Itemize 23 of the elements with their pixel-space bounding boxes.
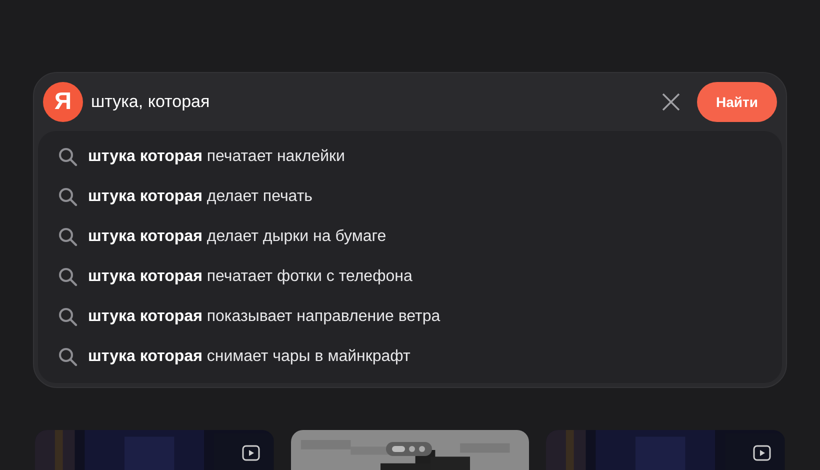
suggestion-item[interactable]: штука которая печатает фотки с телефона (38, 257, 782, 297)
video-icon (753, 445, 771, 461)
search-icon (58, 347, 78, 367)
suggestion-item[interactable]: штука которая печатает наклейки (38, 137, 782, 177)
suggestion-text: штука которая печатает фотки с телефона (88, 267, 412, 287)
search-icon (58, 187, 78, 207)
search-icon (58, 147, 78, 167)
suggestion-item[interactable]: штука которая показывает направление ветра (38, 297, 782, 337)
search-icon (58, 227, 78, 247)
suggestion-text: штука которая делает дырки на бумаге (88, 227, 386, 247)
suggestion-item[interactable]: штука которая делает дырки на бумаге (38, 217, 782, 257)
video-icon (242, 445, 260, 461)
search-field[interactable]: штука, которая (91, 82, 661, 122)
search-icon (58, 307, 78, 327)
suggestion-text: штука которая делает печать (88, 187, 313, 207)
search-icon (58, 267, 78, 287)
suggestion-item[interactable]: штука которая делает печать (38, 177, 782, 217)
carousel-dots (386, 442, 432, 456)
suggestion-item[interactable]: штука которая снимает чары в майнкрафт (38, 337, 782, 377)
suggestion-text: штука которая показывает направление ветра (88, 307, 440, 327)
suggestion-text: штука которая снимает чары в майнкрафт (88, 347, 410, 367)
close-icon[interactable] (661, 92, 681, 112)
suggestion-text: штука которая печатает наклейки (88, 147, 345, 167)
